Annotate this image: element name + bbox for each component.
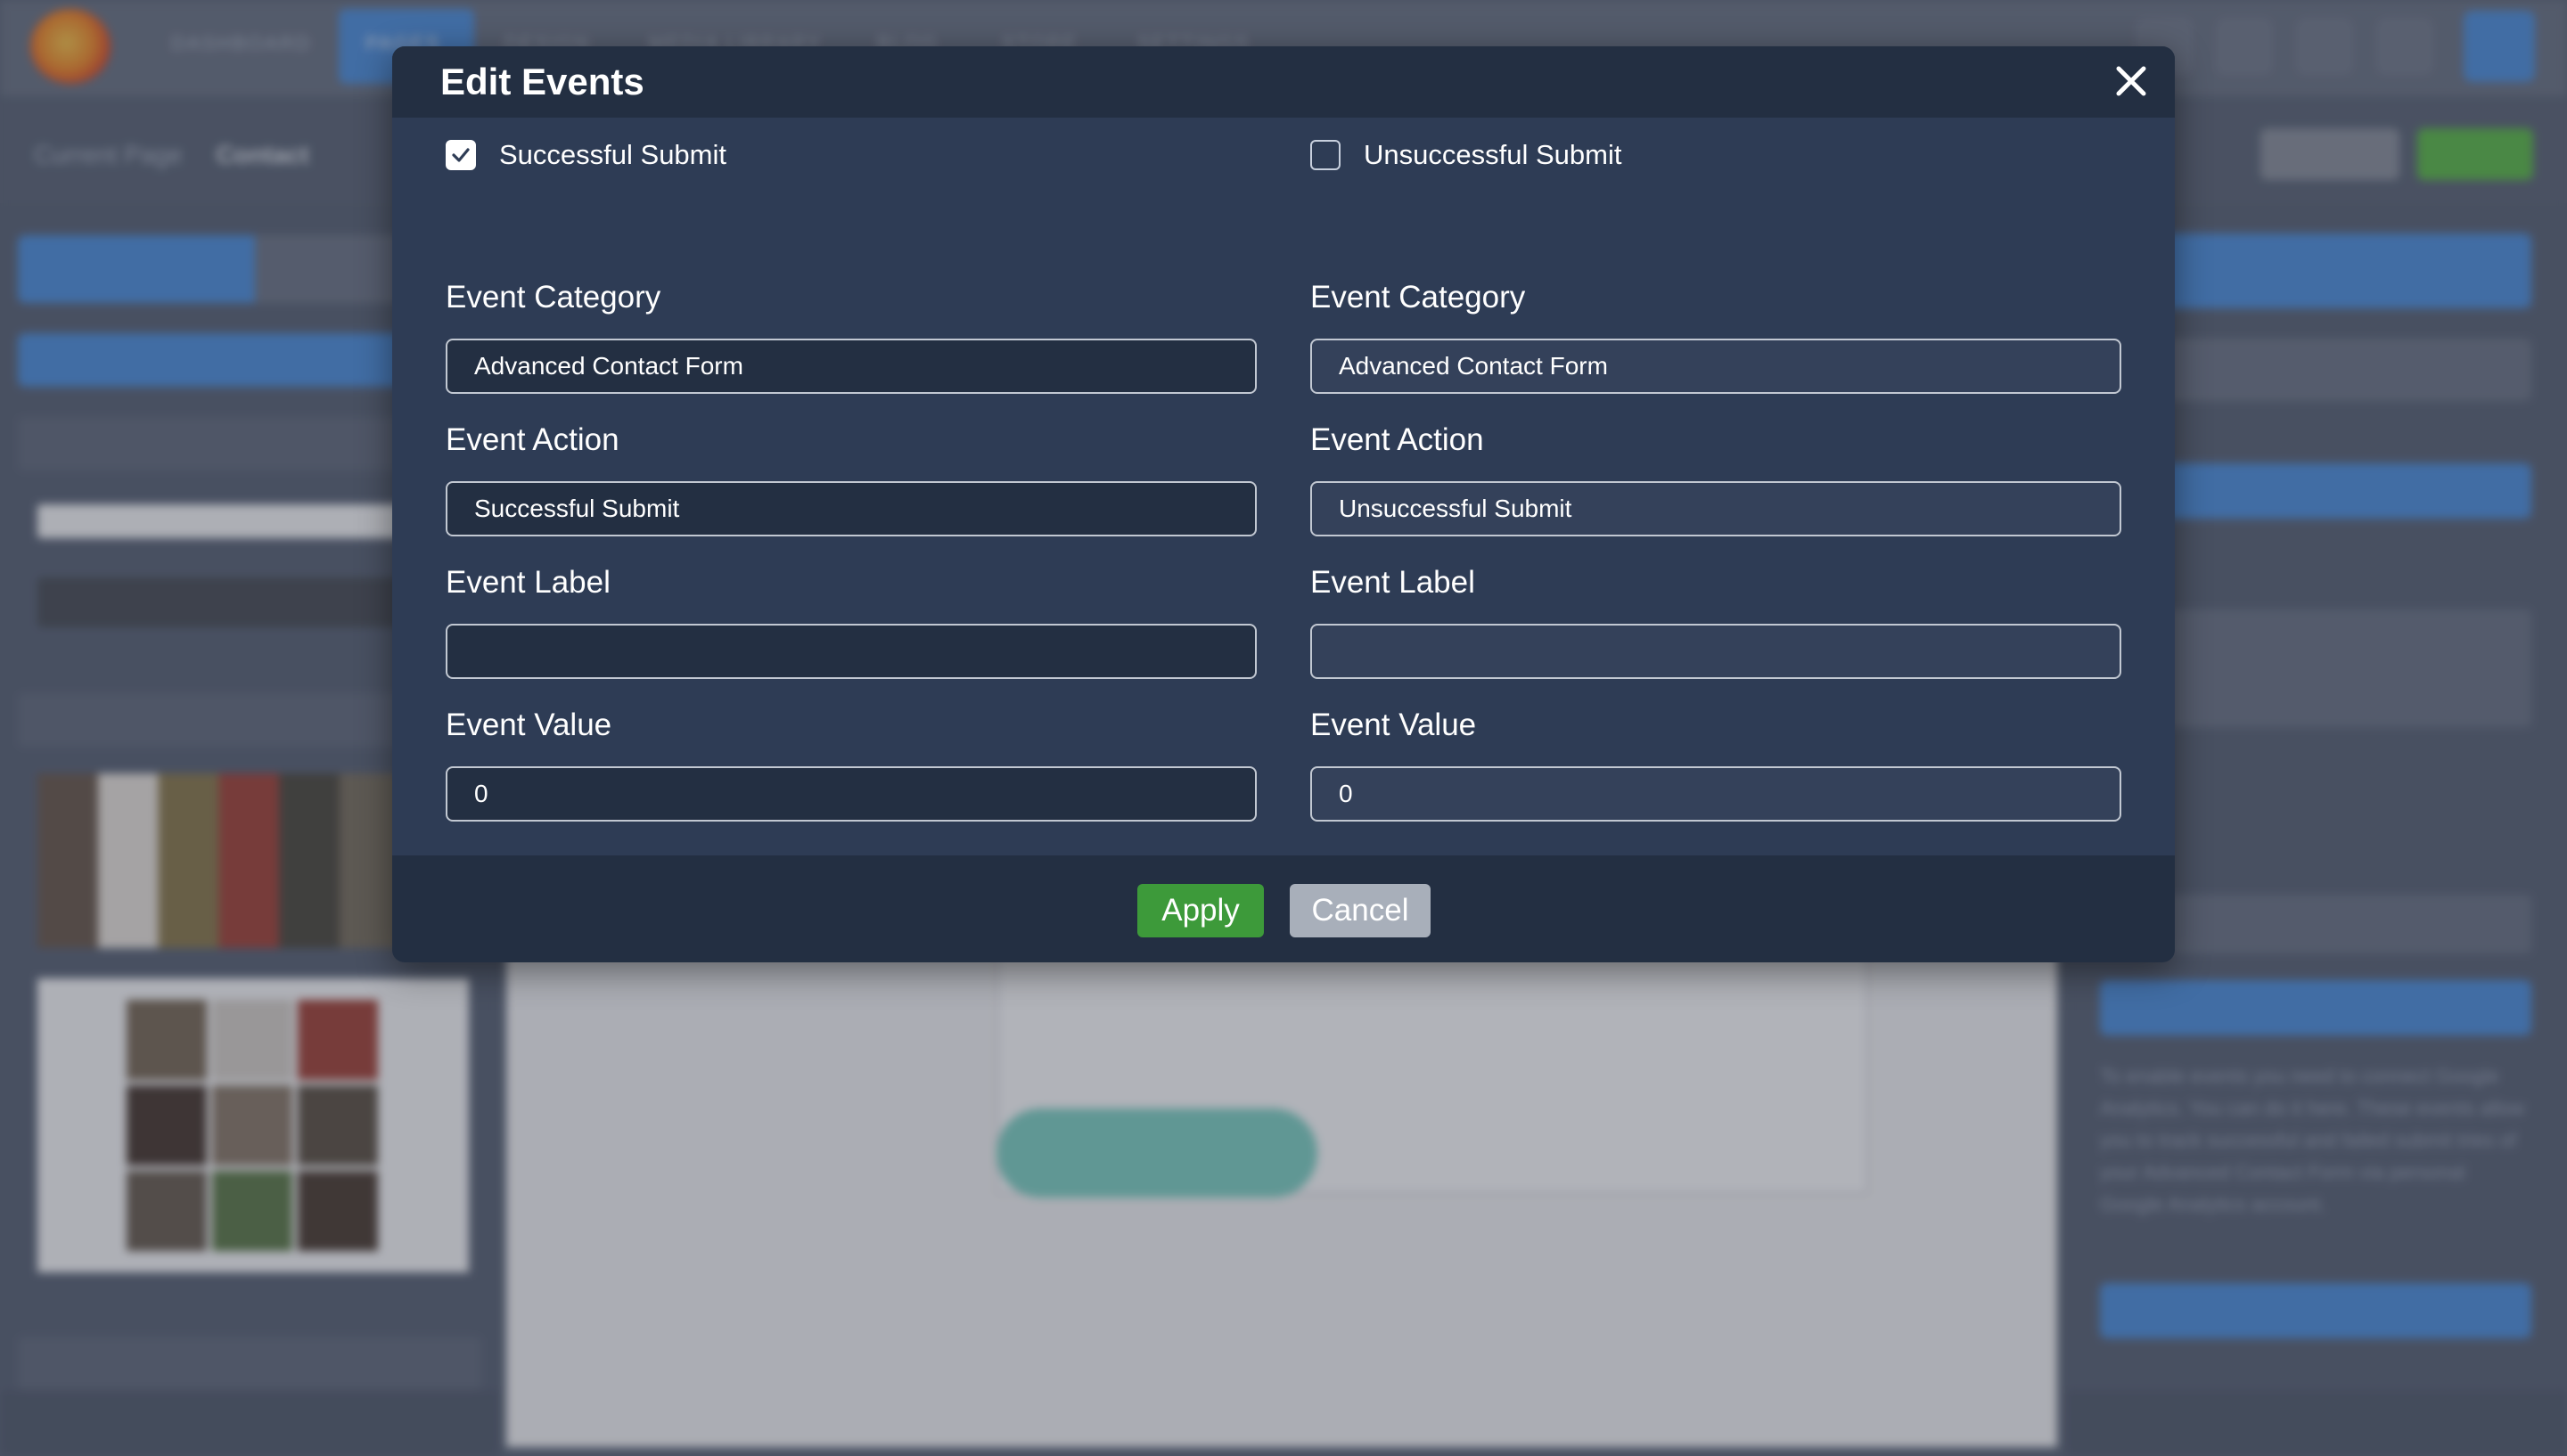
event-label-input[interactable] [446,624,1257,679]
event-value-label: Event Value [1310,708,1477,742]
unsuccessful-submit-checkbox[interactable] [1310,140,1341,170]
apply-button[interactable]: Apply [1137,884,1264,937]
event-action-input[interactable] [1310,481,2121,536]
event-category-label: Event Category [446,280,661,315]
close-icon[interactable] [2111,61,2152,102]
event-label-input[interactable] [1310,624,2121,679]
modal-footer: Apply Cancel [392,855,2175,962]
unsuccessful-submit-label: Unsuccessful Submit [1364,139,1622,170]
checkmark-icon [452,148,470,162]
modal-title: Edit Events [440,61,644,102]
edit-events-modal: Edit Events Successful Submit Event Cate… [392,46,2175,962]
event-action-label: Event Action [446,422,619,457]
modal-header: Edit Events [392,46,2175,118]
event-category-input[interactable] [1310,339,2121,394]
event-label-label: Event Label [446,565,611,600]
successful-submit-checkbox[interactable] [446,140,476,170]
unsuccessful-submit-checkbox-row[interactable]: Unsuccessful Submit [1310,137,1621,173]
successful-submit-label: Successful Submit [499,139,726,170]
event-action-input[interactable] [446,481,1257,536]
event-label-label: Event Label [1310,565,1475,600]
event-category-label: Event Category [1310,280,1526,315]
successful-submit-checkbox-row[interactable]: Successful Submit [446,137,726,173]
event-value-input[interactable] [446,766,1257,822]
event-value-label: Event Value [446,708,612,742]
event-action-label: Event Action [1310,422,1484,457]
modal-body: Successful Submit Event Category Event A… [392,118,2175,902]
event-category-input[interactable] [446,339,1257,394]
cancel-button[interactable]: Cancel [1290,884,1431,937]
event-value-input[interactable] [1310,766,2121,822]
